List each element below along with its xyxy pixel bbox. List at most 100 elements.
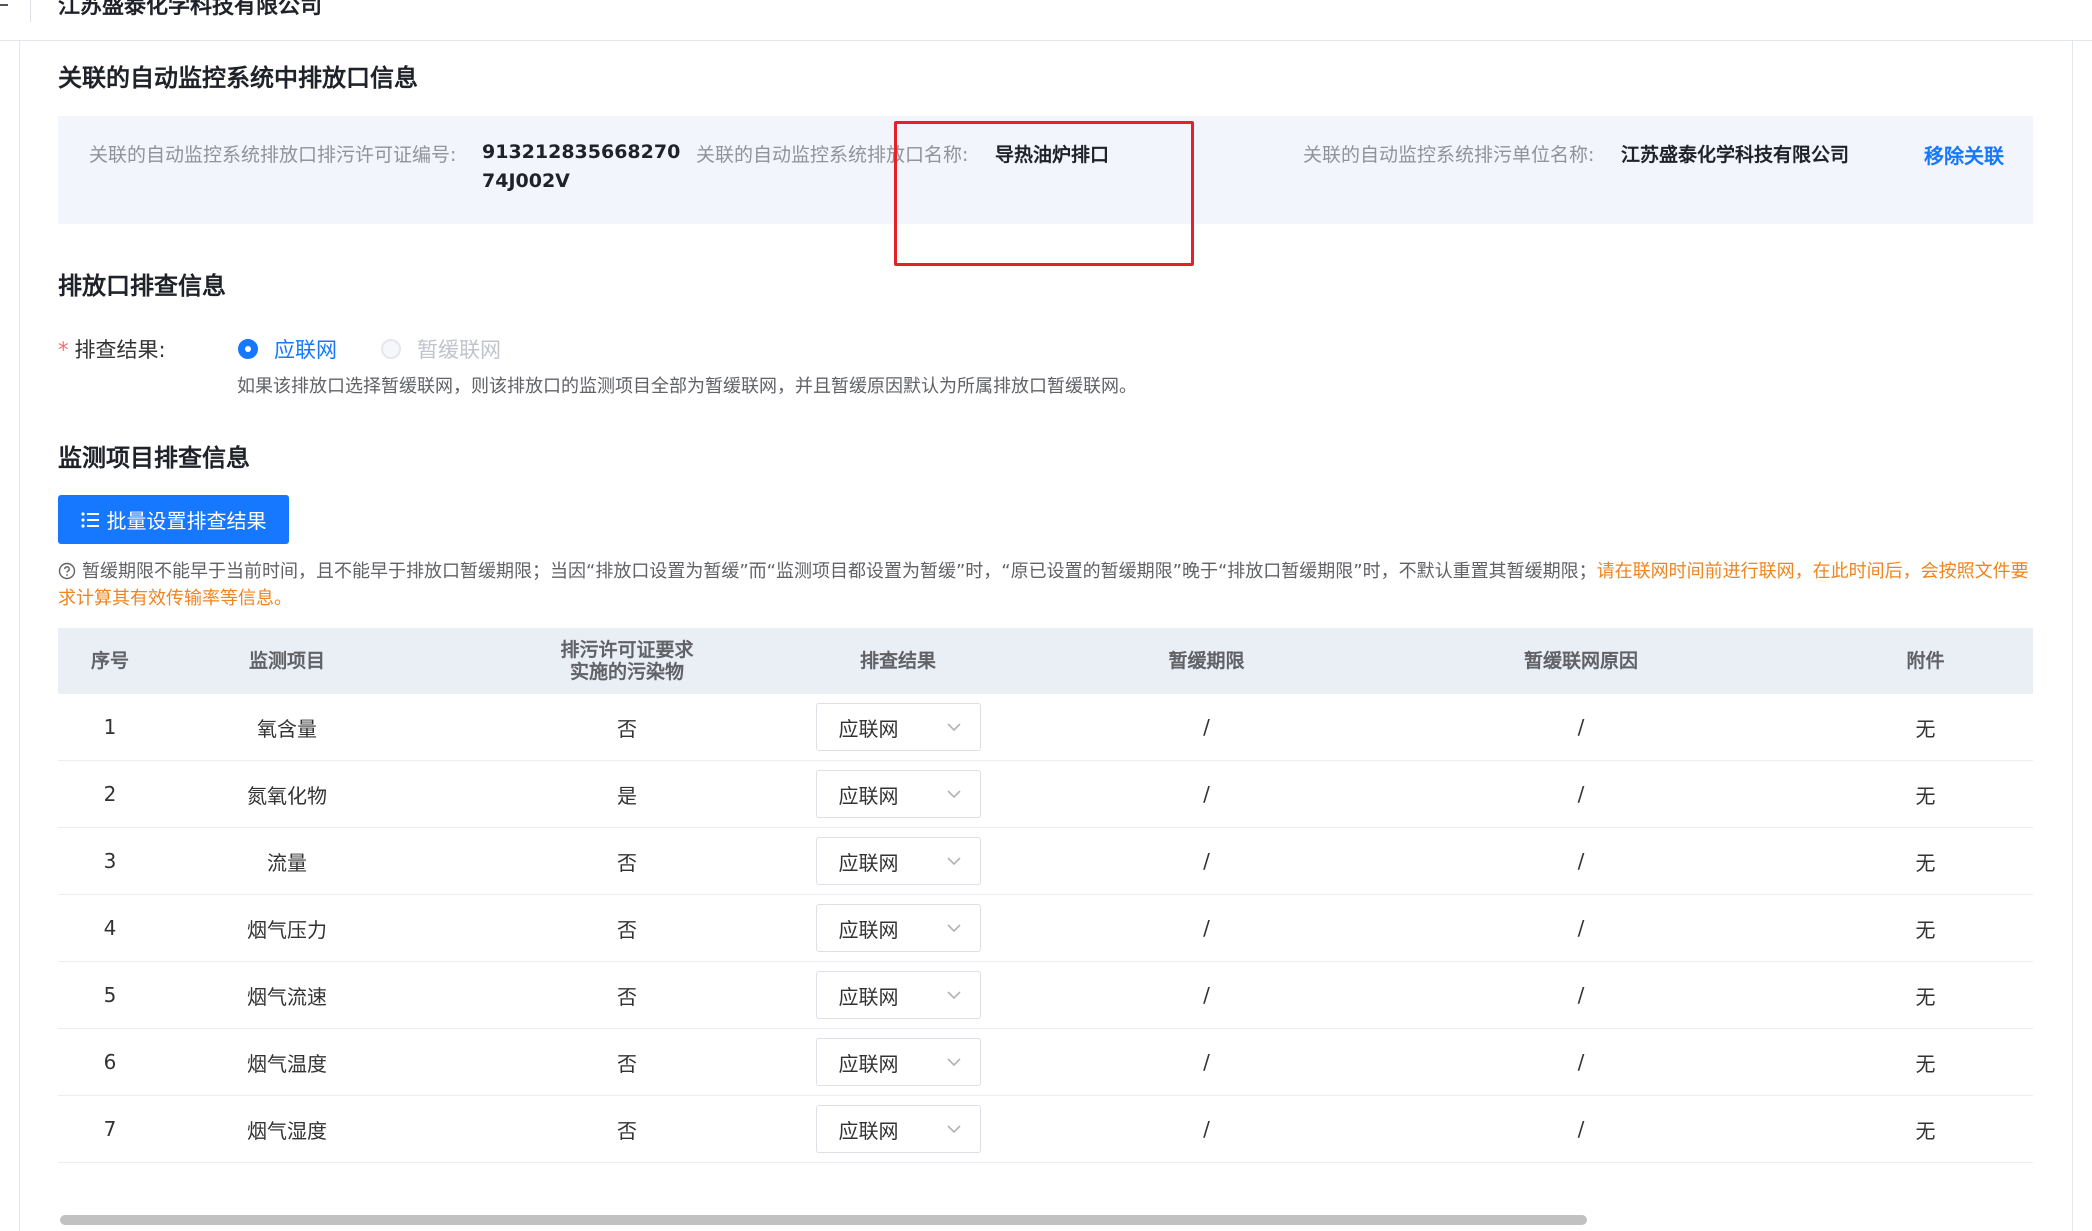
inspection-hint: 如果该排放口选择暂缓联网，则该排放口的监测项目全部为暂缓联网，并且暂缓原因默认为… bbox=[237, 376, 1137, 397]
cell-item: 烟气湿度 bbox=[247, 1118, 327, 1143]
chevron-down-icon bbox=[946, 857, 961, 866]
result-select-value: 应联网 bbox=[838, 783, 899, 808]
column-header-required: 排污许可证要求实施的污染物 bbox=[560, 639, 694, 683]
chevron-down-icon bbox=[946, 723, 961, 732]
deferral-notice: 暂缓期限不能早于当前时间，且不能早于排放口暂缓期限；当因“排放口设置为暂缓”而“… bbox=[58, 558, 2033, 612]
cell-reason: / bbox=[1577, 715, 1585, 739]
radio-defer-connect: 暂缓联网 bbox=[381, 334, 501, 364]
result-select[interactable]: 应联网 bbox=[815, 837, 981, 885]
table-row: 6 烟气温度 否 应联网 / / 无 bbox=[58, 1029, 2033, 1096]
cell-deadline: / bbox=[1203, 1117, 1210, 1141]
highlight-annotation-box bbox=[894, 121, 1194, 266]
inspection-section-title: 排放口排查信息 bbox=[58, 272, 226, 300]
divider bbox=[30, 0, 31, 22]
remove-link-button[interactable]: 移除关联 bbox=[1924, 140, 2004, 169]
unit-name-label: 关联的自动监控系统排污单位名称: bbox=[1303, 144, 1595, 166]
required-mark: * bbox=[58, 338, 69, 362]
chevron-down-icon bbox=[946, 924, 961, 933]
result-select[interactable]: 应联网 bbox=[815, 904, 981, 952]
table-header: 序号 监测项目 排污许可证要求实施的污染物 排查结果 暂缓期限 暂缓联网原因 附… bbox=[58, 628, 2033, 694]
cell-attachment: 无 bbox=[1915, 716, 1936, 741]
cell-required: 否 bbox=[617, 850, 637, 875]
cell-required: 否 bbox=[617, 1118, 637, 1143]
radio-unchecked-icon bbox=[381, 339, 401, 359]
cell-deadline: / bbox=[1203, 1050, 1210, 1074]
table-row: 1 氧含量 否 应联网 / / 无 bbox=[58, 694, 2033, 761]
cell-result: 应联网 bbox=[748, 694, 1048, 760]
deferral-notice-text: 暂缓期限不能早于当前时间，且不能早于排放口暂缓期限；当因“排放口设置为暂缓”而“… bbox=[82, 561, 1597, 582]
cell-result: 应联网 bbox=[748, 761, 1048, 827]
cell-result: 应联网 bbox=[748, 1096, 1048, 1162]
cell-result: 应联网 bbox=[748, 828, 1048, 894]
chevron-down-icon bbox=[946, 1058, 961, 1067]
cell-item: 氮氧化物 bbox=[247, 783, 327, 808]
cell-attachment: 无 bbox=[1915, 917, 1936, 942]
result-select[interactable]: 应联网 bbox=[815, 770, 981, 818]
cell-no: 1 bbox=[103, 715, 117, 739]
cell-deadline: / bbox=[1203, 849, 1210, 873]
unit-name-value: 江苏盛泰化学科技有限公司 bbox=[1621, 144, 1850, 166]
inspection-result-label-text: 排查结果: bbox=[74, 338, 166, 362]
cell-no: 6 bbox=[103, 1050, 117, 1074]
cell-item: 流量 bbox=[267, 850, 307, 875]
table-body: 1 氧含量否应联网 / / 无 2 氮氧化物是应联网 / / 无 3 流量否应联网 / / 无 4 烟气压力否应… bbox=[58, 694, 2033, 1163]
cell-item: 烟气流速 bbox=[247, 984, 327, 1009]
result-select[interactable]: 应联网 bbox=[815, 1105, 981, 1153]
content-border-right bbox=[2072, 41, 2073, 1231]
table-row: 2 氮氧化物 是 应联网 / / 无 bbox=[58, 761, 2033, 828]
cell-no: 5 bbox=[103, 983, 117, 1007]
column-header-reason: 暂缓联网原因 bbox=[1523, 650, 1638, 672]
permit-number-value: 91321283566827074J002V bbox=[482, 141, 681, 192]
chevron-down-icon bbox=[946, 1125, 961, 1134]
column-header-no: 序号 bbox=[90, 650, 129, 672]
batch-set-result-label: 批量设置排查结果 bbox=[106, 509, 267, 533]
top-bar: 江苏盛泰化学科技有限公司 bbox=[0, 0, 2092, 41]
list-icon bbox=[80, 511, 99, 528]
radio-checked-icon[interactable] bbox=[238, 339, 258, 359]
result-select[interactable]: 应联网 bbox=[815, 1038, 981, 1086]
cell-reason: / bbox=[1577, 1050, 1585, 1074]
chevron-down-icon bbox=[946, 991, 961, 1000]
cell-deadline: / bbox=[1203, 916, 1210, 940]
cell-no: 3 bbox=[103, 849, 117, 873]
cell-required: 否 bbox=[617, 1051, 637, 1076]
column-header-deadline: 暂缓期限 bbox=[1168, 650, 1245, 672]
back-icon[interactable] bbox=[0, 4, 8, 6]
cell-attachment: 无 bbox=[1915, 850, 1936, 875]
cell-no: 4 bbox=[103, 916, 117, 940]
table-row: 4 烟气压力 否 应联网 / / 无 bbox=[58, 895, 2033, 962]
content-border-left bbox=[19, 41, 20, 1231]
batch-set-result-button[interactable]: 批量设置排查结果 bbox=[58, 495, 289, 544]
cell-attachment: 无 bbox=[1915, 1118, 1936, 1143]
result-select-value: 应联网 bbox=[838, 850, 899, 875]
result-select-value: 应联网 bbox=[838, 1051, 899, 1076]
cell-required: 否 bbox=[617, 917, 637, 942]
cell-reason: / bbox=[1577, 849, 1585, 873]
cell-result: 应联网 bbox=[748, 962, 1048, 1028]
column-header-item: 监测项目 bbox=[248, 650, 325, 672]
monitoring-section-title: 监测项目排查信息 bbox=[58, 444, 250, 472]
cell-no: 2 bbox=[103, 782, 117, 806]
radio-should-connect[interactable]: 应联网 bbox=[238, 334, 337, 364]
cell-required: 否 bbox=[617, 716, 637, 741]
question-circle-icon bbox=[58, 562, 76, 580]
table-row: 7 烟气湿度 否 应联网 / / 无 bbox=[58, 1096, 2033, 1163]
result-select-value: 应联网 bbox=[838, 1118, 899, 1143]
cell-result: 应联网 bbox=[748, 1029, 1048, 1095]
cell-no: 7 bbox=[103, 1117, 117, 1141]
table-row: 5 烟气流速 否 应联网 / / 无 bbox=[58, 962, 2033, 1029]
result-select-value: 应联网 bbox=[838, 917, 899, 942]
cell-item: 烟气压力 bbox=[247, 917, 327, 942]
inspection-result-label: * 排查结果: bbox=[58, 334, 166, 364]
cell-reason: / bbox=[1577, 916, 1585, 940]
permit-number-label: 关联的自动监控系统排放口排污许可证编号: bbox=[89, 144, 457, 166]
cell-result: 应联网 bbox=[748, 895, 1048, 961]
result-select-value: 应联网 bbox=[838, 716, 899, 741]
cell-deadline: / bbox=[1203, 782, 1210, 806]
horizontal-scrollbar[interactable] bbox=[60, 1215, 1587, 1225]
result-select[interactable]: 应联网 bbox=[815, 703, 981, 751]
result-select[interactable]: 应联网 bbox=[815, 971, 981, 1019]
radio-should-connect-label: 应联网 bbox=[274, 338, 337, 362]
cell-deadline: / bbox=[1203, 983, 1210, 1007]
column-header-attachment: 附件 bbox=[1906, 650, 1945, 672]
